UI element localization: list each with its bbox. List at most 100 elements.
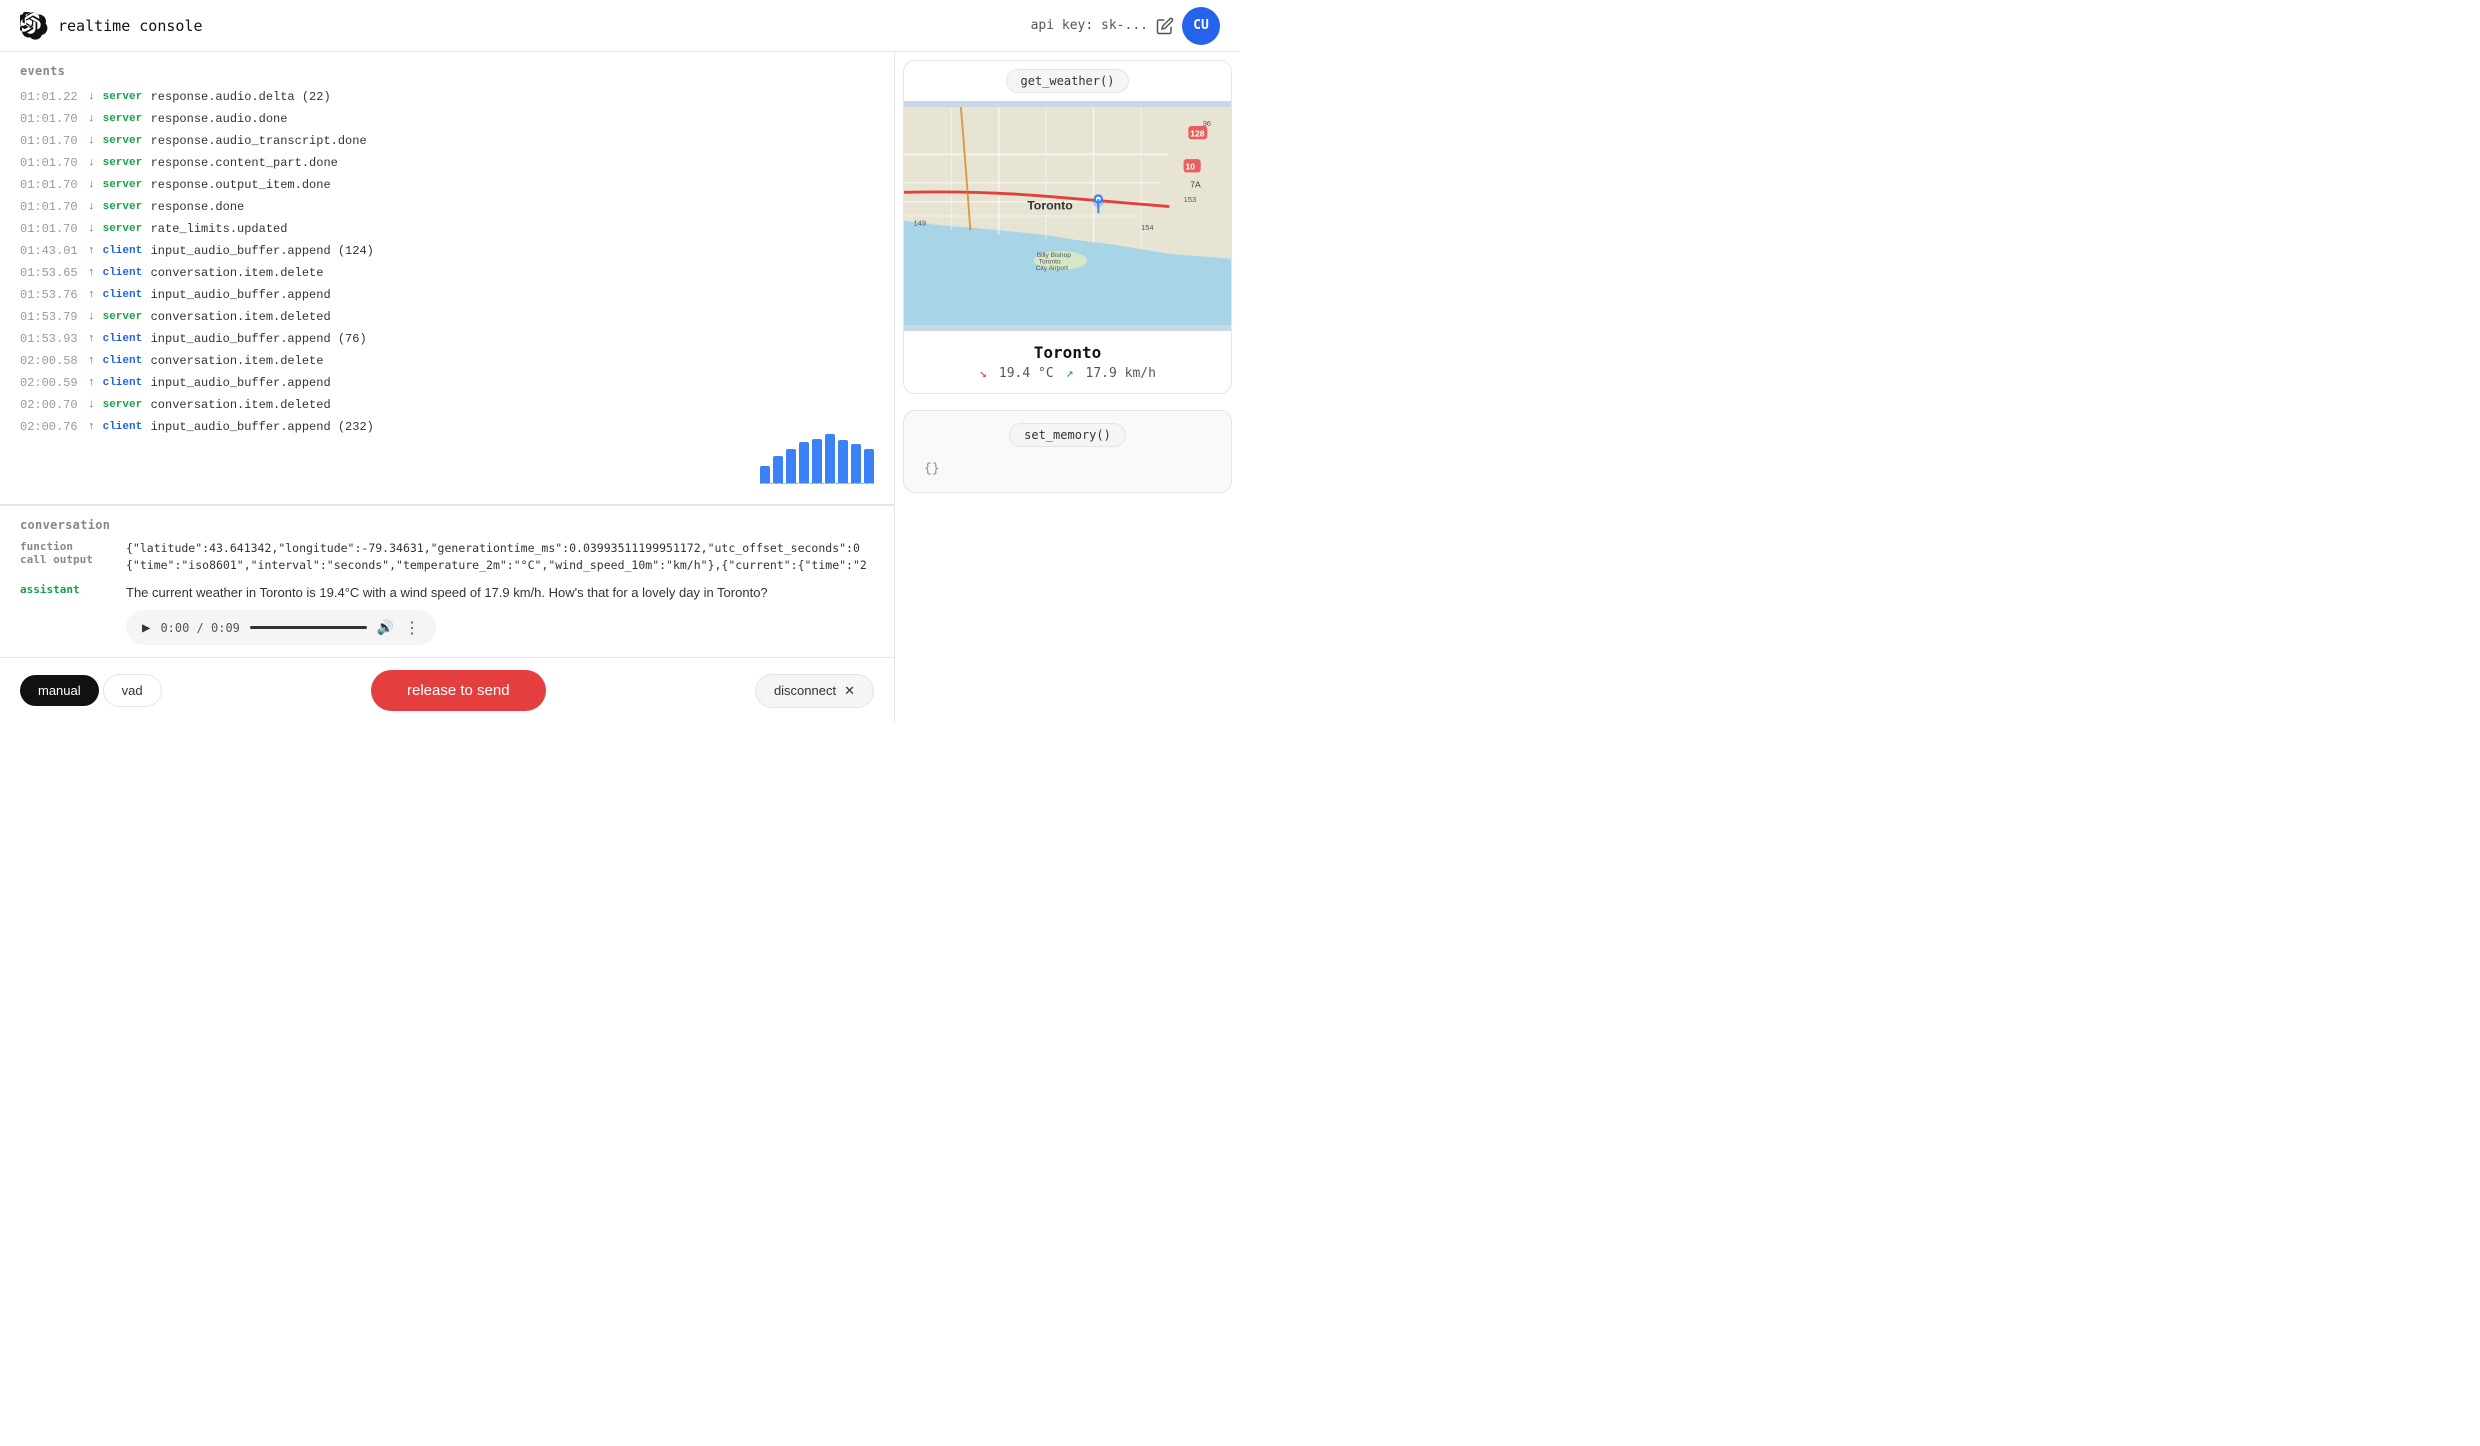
event-direction-icon: ↑ <box>88 331 95 348</box>
audio-bar <box>760 466 770 484</box>
manual-button[interactable]: manual <box>20 675 99 706</box>
table-row: 02:00.59 ↑ client input_audio_buffer.app… <box>20 372 874 394</box>
audio-progress-bar[interactable] <box>250 626 367 629</box>
audio-bar <box>864 449 874 484</box>
bottom-toolbar: manual vad release to send disconnect ✕ <box>0 657 894 723</box>
event-name: input_audio_buffer.append (76) <box>151 330 367 348</box>
audio-bar <box>838 440 848 484</box>
disconnect-button[interactable]: disconnect ✕ <box>755 674 874 708</box>
events-list: 01:01.22 ↓ server response.audio.delta (… <box>20 86 874 438</box>
openai-logo <box>20 12 48 40</box>
conv-content-assistant: The current weather in Toronto is 19.4°C… <box>126 583 874 603</box>
svg-text:36: 36 <box>1203 119 1211 128</box>
table-row: 01:53.93 ↑ client input_audio_buffer.app… <box>20 328 874 350</box>
event-name: input_audio_buffer.append (232) <box>151 418 374 436</box>
event-direction-icon: ↑ <box>88 353 95 370</box>
event-time: 01:01.70 <box>20 110 80 128</box>
map-info: Toronto ↘ 19.4 °C ↗ 17.9 km/h <box>904 331 1231 393</box>
left-panel: events 01:01.22 ↓ server response.audio.… <box>0 52 895 723</box>
table-row: 01:53.79 ↓ server conversation.item.dele… <box>20 306 874 328</box>
disconnect-label: disconnect <box>774 683 836 698</box>
event-source: server <box>103 133 143 150</box>
event-direction-icon: ↑ <box>88 243 95 260</box>
table-row: 01:01.70 ↓ server response.audio_transcr… <box>20 130 874 152</box>
event-source: server <box>103 89 143 106</box>
event-source: client <box>103 353 143 370</box>
conv-role-function: function call output <box>20 540 110 575</box>
table-row: 01:01.70 ↓ server response.done <box>20 196 874 218</box>
table-row: 01:53.65 ↑ client conversation.item.dele… <box>20 262 874 284</box>
get-weather-card: get_weather() <box>903 60 1232 394</box>
get-weather-badge: get_weather() <box>1006 69 1130 93</box>
table-row: 01:01.70 ↓ server rate_limits.updated <box>20 218 874 240</box>
event-source: client <box>103 331 143 348</box>
main-layout: events 01:01.22 ↓ server response.audio.… <box>0 52 1240 723</box>
edit-icon[interactable] <box>1156 17 1174 35</box>
svg-text:Toronto: Toronto <box>1027 198 1073 212</box>
release-to-send-button[interactable]: release to send <box>371 670 546 711</box>
conv-row-function: function call output {"latitude":43.6413… <box>20 540 874 575</box>
table-row: 01:01.70 ↓ server response.audio.done <box>20 108 874 130</box>
event-direction-icon: ↓ <box>88 397 95 414</box>
audio-bar <box>851 444 861 484</box>
map-svg: Toronto Billy Bishop Toronto City Airpor… <box>904 101 1231 331</box>
set-memory-badge: set_memory() <box>1009 423 1126 447</box>
event-name: conversation.item.delete <box>151 352 324 370</box>
event-direction-icon: ↓ <box>88 133 95 150</box>
mode-buttons: manual vad <box>20 674 162 707</box>
svg-text:128: 128 <box>1190 128 1204 138</box>
events-section: events 01:01.22 ↓ server response.audio.… <box>0 52 894 504</box>
event-time: 01:01.70 <box>20 176 80 194</box>
event-name: response.audio_transcript.done <box>151 132 367 150</box>
svg-text:154: 154 <box>1141 223 1154 232</box>
temp-icon: ↘ <box>979 366 987 381</box>
event-source: client <box>103 243 143 260</box>
event-source: client <box>103 265 143 282</box>
event-name: rate_limits.updated <box>151 220 288 238</box>
event-direction-icon: ↑ <box>88 265 95 282</box>
event-direction-icon: ↑ <box>88 419 95 436</box>
vad-button[interactable]: vad <box>103 674 162 707</box>
conv-row-assistant: assistant The current weather in Toronto… <box>20 583 874 603</box>
right-panel: get_weather() <box>895 52 1240 723</box>
event-time: 01:01.70 <box>20 132 80 150</box>
weather-info: ↘ 19.4 °C ↗ 17.9 km/h <box>920 366 1215 381</box>
play-button[interactable]: ▶ <box>142 620 150 636</box>
temperature: 19.4 °C <box>999 366 1054 381</box>
svg-text:153: 153 <box>1184 195 1197 204</box>
event-name: response.output_item.done <box>151 176 331 194</box>
event-source: server <box>103 177 143 194</box>
table-row: 01:43.01 ↑ client input_audio_buffer.app… <box>20 240 874 262</box>
event-source: client <box>103 419 143 436</box>
event-direction-icon: ↓ <box>88 177 95 194</box>
table-row: 01:01.22 ↓ server response.audio.delta (… <box>20 86 874 108</box>
audio-bar <box>799 442 809 484</box>
event-name: input_audio_buffer.append <box>151 286 331 304</box>
event-name: conversation.item.deleted <box>151 308 331 326</box>
event-source: client <box>103 375 143 392</box>
memory-header: set_memory() <box>916 423 1219 447</box>
events-label: events <box>20 64 874 78</box>
event-time: 01:53.76 <box>20 286 80 304</box>
conv-content-function-2: {"time":"iso8601","interval":"seconds","… <box>126 557 874 574</box>
event-time: 01:01.70 <box>20 220 80 238</box>
wind-icon: ↗ <box>1066 366 1074 381</box>
audio-bar <box>773 456 783 484</box>
event-source: client <box>103 287 143 304</box>
event-direction-icon: ↓ <box>88 199 95 216</box>
event-name: conversation.item.deleted <box>151 396 331 414</box>
volume-icon[interactable]: 🔊 <box>377 620 394 636</box>
audio-visualization <box>760 434 874 484</box>
wind-speed: 17.9 km/h <box>1086 366 1156 381</box>
event-name: conversation.item.delete <box>151 264 324 282</box>
table-row: 01:01.70 ↓ server response.output_item.d… <box>20 174 874 196</box>
event-time: 02:00.59 <box>20 374 80 392</box>
event-source: server <box>103 111 143 128</box>
more-options-icon[interactable]: ⋮ <box>404 618 420 637</box>
event-source: server <box>103 397 143 414</box>
table-row: 01:53.76 ↑ client input_audio_buffer.app… <box>20 284 874 306</box>
svg-text:149: 149 <box>913 218 926 227</box>
event-source: server <box>103 221 143 238</box>
audio-bar <box>786 449 796 484</box>
event-time: 01:01.70 <box>20 154 80 172</box>
